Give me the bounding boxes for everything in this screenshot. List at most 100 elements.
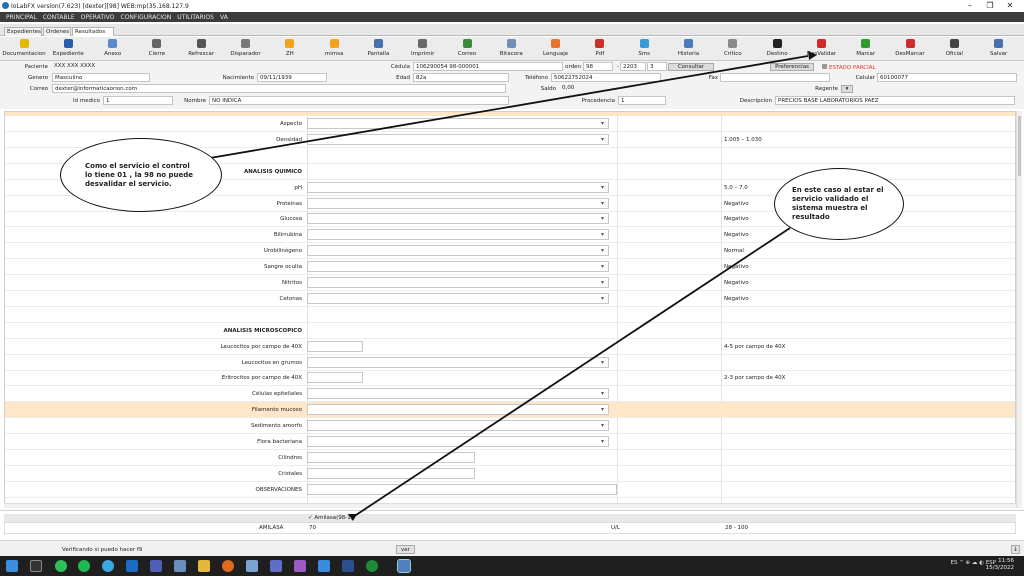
- chevron-down-icon[interactable]: ▾: [601, 422, 604, 429]
- toolbar-button-cierre[interactable]: Cierre: [135, 38, 179, 60]
- whatsapp-icon[interactable]: [55, 560, 67, 572]
- telefono-field[interactable]: 50622752024: [551, 73, 661, 82]
- result-select[interactable]: ▾: [307, 229, 609, 241]
- search-icon[interactable]: [30, 560, 42, 572]
- chevron-down-icon[interactable]: ▾: [601, 406, 604, 413]
- horizontal-scrollbar[interactable]: [4, 503, 1016, 508]
- toolbar-button-oficial[interactable]: Oficial: [932, 38, 976, 60]
- result-select[interactable]: ▾: [307, 356, 609, 368]
- nacimiento-field[interactable]: 09/11/1939: [257, 73, 327, 82]
- amilasa-value[interactable]: 70: [309, 525, 316, 531]
- nombre-field[interactable]: NO INDICA: [209, 96, 509, 105]
- toolbar-button-zh[interactable]: ZH: [268, 38, 312, 60]
- app-icon[interactable]: [270, 560, 282, 572]
- toolbar-button-critico[interactable]: Critico: [711, 38, 755, 60]
- edad-field[interactable]: 82a: [413, 73, 509, 82]
- toolbar-button-correo[interactable]: Correo: [445, 38, 489, 60]
- toolbar-button-desmarcar[interactable]: DesMarcar: [888, 38, 932, 60]
- chevron-down-icon[interactable]: ▾: [601, 279, 604, 286]
- toolbar-button-mimsa[interactable]: mimsa: [312, 38, 356, 60]
- toolbar-button-desvalidar[interactable]: DesValidar: [799, 38, 843, 60]
- teams-icon[interactable]: [150, 560, 162, 572]
- tab-resultados[interactable]: Resultados ×: [72, 27, 114, 43]
- chevron-down-icon[interactable]: ▾: [601, 263, 604, 270]
- clock[interactable]: 11:56 15/3/2022: [986, 558, 1014, 572]
- orden-field-2[interactable]: 2203: [620, 62, 646, 71]
- descripcion-field[interactable]: PRECIOS BASE LABORATORIOS PAEZ: [775, 96, 1015, 105]
- toolbar-button-lenguaje[interactable]: Lenguaje: [534, 38, 578, 60]
- chevron-down-icon[interactable]: ▾: [601, 438, 604, 445]
- minimize-button[interactable]: –: [960, 1, 980, 10]
- iolab-app-icon[interactable]: [397, 559, 411, 573]
- toolbar-button-disparador[interactable]: Disparador: [224, 38, 268, 60]
- app-icon[interactable]: [318, 560, 330, 572]
- menu-principal[interactable]: PRINCIPAL: [6, 14, 37, 21]
- chevron-down-icon[interactable]: ▾: [601, 215, 604, 222]
- result-select[interactable]: ▾: [307, 261, 609, 273]
- result-input[interactable]: [307, 467, 475, 479]
- app-icon[interactable]: [246, 560, 258, 572]
- orden-field-1[interactable]: 98: [583, 62, 613, 71]
- chevron-down-icon[interactable]: ▾: [601, 359, 604, 366]
- chevron-down-icon[interactable]: ▾: [601, 231, 604, 238]
- result-select[interactable]: ▾: [307, 388, 609, 400]
- toolbar-button-documentacion[interactable]: Documentacion: [2, 38, 46, 60]
- toolbar-button-marcar[interactable]: Marcar: [844, 38, 888, 60]
- result-input[interactable]: [307, 340, 363, 352]
- chevron-down-icon[interactable]: ▾: [601, 120, 604, 127]
- chevron-down-icon[interactable]: ▾: [601, 247, 604, 254]
- result-select[interactable]: ▾: [307, 404, 609, 416]
- fax-field[interactable]: [720, 73, 830, 82]
- toolbar-button-refrescar[interactable]: Refrescar: [179, 38, 223, 60]
- toolbar-button-sms[interactable]: Sms: [622, 38, 666, 60]
- result-select[interactable]: ▾: [307, 277, 609, 288]
- consultar-button[interactable]: Consultar: [668, 63, 714, 71]
- firefox-icon[interactable]: [222, 560, 234, 572]
- close-window-button[interactable]: ✕: [1000, 1, 1020, 10]
- menu-configuracion[interactable]: CONFIGURACION: [121, 14, 172, 21]
- result-select[interactable]: ▾: [307, 436, 609, 447]
- edge-icon[interactable]: [102, 560, 114, 572]
- result-input[interactable]: [307, 372, 363, 384]
- procedencia-field[interactable]: 1: [618, 96, 666, 105]
- toolbar-button-destino[interactable]: Destino: [755, 38, 799, 60]
- toolbar-button-salvar[interactable]: Salvar: [977, 38, 1021, 60]
- regente-dropdown-button[interactable]: ▾: [841, 85, 853, 93]
- network-icon[interactable]: [174, 560, 186, 572]
- app-icon[interactable]: [342, 560, 354, 572]
- tab-ordenes[interactable]: Ordenes: [43, 27, 71, 36]
- app-icon[interactable]: [294, 560, 306, 572]
- chevron-down-icon[interactable]: ▾: [601, 390, 604, 397]
- menu-utilitarios[interactable]: UTILITARIOS: [177, 14, 214, 21]
- maximize-button[interactable]: ❐: [980, 1, 1000, 10]
- result-select[interactable]: ▾: [307, 420, 609, 432]
- preferencias-button[interactable]: Preferencias: [770, 63, 814, 71]
- result-select[interactable]: ▾: [307, 181, 609, 193]
- tab-expedientes[interactable]: Expedientes: [4, 27, 42, 36]
- chevron-down-icon[interactable]: ▾: [601, 184, 604, 191]
- result-select[interactable]: ▾: [307, 197, 609, 209]
- genero-field[interactable]: Masculino: [52, 73, 150, 82]
- result-select[interactable]: ▾: [307, 133, 609, 145]
- toolbar-button-pantalla[interactable]: Pantalla: [356, 38, 400, 60]
- toolbar-button-bitacora[interactable]: Bitacora: [489, 38, 533, 60]
- menu-va[interactable]: VA: [220, 14, 228, 21]
- status-corner-button[interactable]: ↓: [1011, 545, 1020, 554]
- app-icon[interactable]: [366, 560, 378, 572]
- amilasa-row[interactable]: AMILASA 70 U/L 28 - 100: [4, 522, 1016, 534]
- spotify-icon[interactable]: [78, 560, 90, 572]
- chevron-down-icon[interactable]: ▾: [601, 136, 604, 143]
- vertical-scrollbar[interactable]: [1016, 111, 1022, 508]
- celular-field[interactable]: 60100077: [877, 73, 1017, 82]
- start-icon[interactable]: [6, 560, 18, 572]
- cedula-field[interactable]: 106290054 98-000001: [413, 62, 563, 71]
- chevron-down-icon[interactable]: ▾: [601, 295, 604, 302]
- result-select[interactable]: ▾: [307, 292, 609, 304]
- toolbar-button-imprimir[interactable]: Imprimir: [401, 38, 445, 60]
- result-select[interactable]: ▾: [307, 118, 609, 129]
- toolbar-button-anexo[interactable]: Anexo: [91, 38, 135, 60]
- correo-field[interactable]: dexter@informaticaorion.com: [52, 84, 506, 93]
- menu-operativo[interactable]: OPERATIVO: [81, 14, 115, 21]
- result-input[interactable]: [307, 483, 617, 495]
- toolbar-button-historia[interactable]: Historia: [667, 38, 711, 60]
